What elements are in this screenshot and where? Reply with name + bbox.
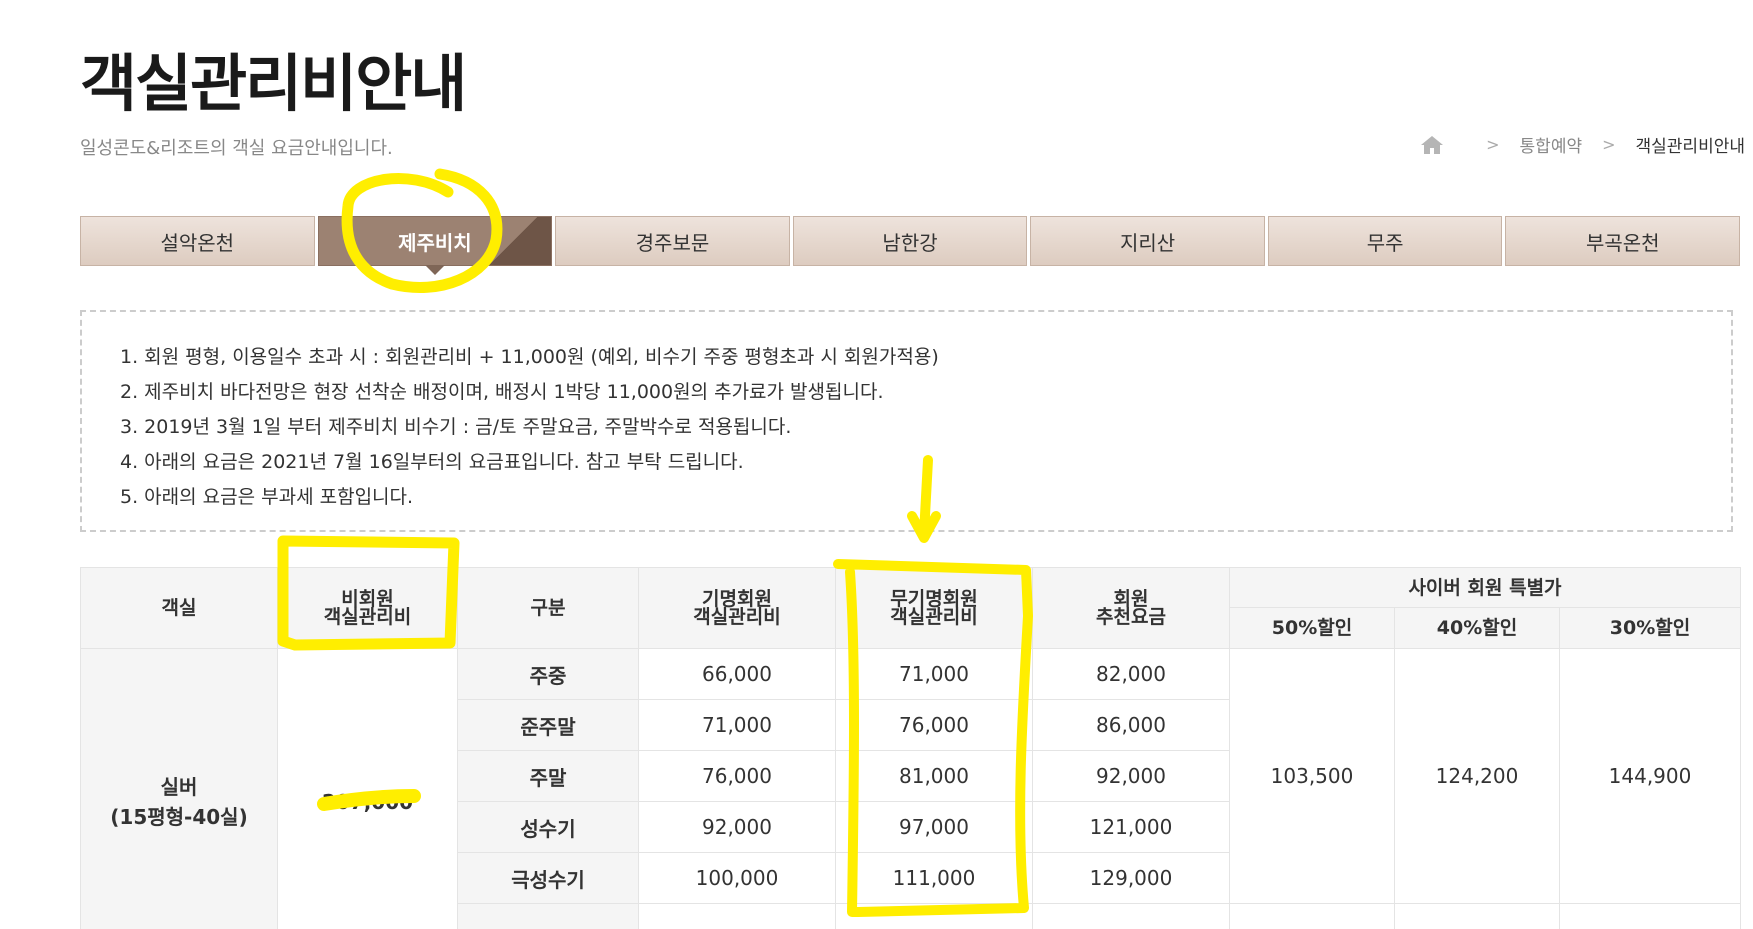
- notice-box: 1. 회원 평형, 이용일수 초과 시 : 회원관리비 + 11,000원 (예…: [80, 310, 1733, 532]
- header-discount-50: 50%할인: [1229, 607, 1395, 649]
- cyber-price-50: 103,500: [1229, 648, 1395, 904]
- tab-muju[interactable]: 무주: [1267, 216, 1503, 266]
- tab-label: 무주: [1366, 230, 1404, 255]
- tab-label: 경주보문: [635, 230, 710, 255]
- page-title: 객실관리비안내: [80, 47, 467, 120]
- category-cell: [457, 903, 639, 929]
- fee-table: 객실 비회원 객실관리비 구분 기명회원 객실관리비 무기명회원 객실관리비 회원 추천…: [80, 567, 1741, 929]
- header-referral-fee: 회원 추천요금: [1032, 567, 1230, 649]
- category-cell: 준주말: [457, 699, 639, 751]
- empty-cell: [1032, 903, 1230, 929]
- empty-cell: [1559, 903, 1741, 929]
- tab-label: 지리산: [1120, 230, 1176, 255]
- header-named-member-fee: 기명회원 객실관리비: [638, 567, 836, 649]
- header-anonymous-member-fee: 무기명회원 객실관리비: [835, 567, 1033, 649]
- tab-jirisan[interactable]: 지리산: [1030, 216, 1265, 266]
- anon-fee-cell: 97,000: [835, 801, 1033, 853]
- named-fee-cell: 71,000: [638, 699, 836, 751]
- chevron-right-icon: >: [1486, 135, 1500, 154]
- tab-bugok[interactable]: 부곡온천: [1505, 216, 1741, 266]
- header-category: 구분: [457, 567, 639, 649]
- tab-label: 남한강: [882, 230, 938, 255]
- named-fee-cell: 76,000: [638, 750, 836, 802]
- referral-fee-cell: 92,000: [1032, 750, 1230, 802]
- breadcrumb-item-current: 객실관리비안내: [1635, 137, 1745, 157]
- room-type: 실버 (15평형-40실): [80, 648, 278, 929]
- category-cell: 극성수기: [457, 852, 639, 904]
- category-cell: 주말: [457, 750, 639, 802]
- category-cell: 주중: [457, 648, 639, 700]
- named-fee-cell: 92,000: [638, 801, 836, 853]
- anon-fee-cell: 111,000: [835, 852, 1033, 904]
- header-cyber-special: 사이버 회원 특별가: [1229, 567, 1741, 608]
- cyber-price-40: 124,200: [1394, 648, 1560, 904]
- referral-fee-cell: 82,000: [1032, 648, 1230, 700]
- home-icon[interactable]: [1420, 135, 1444, 155]
- header-discount-30: 30%할인: [1559, 607, 1741, 649]
- nonmember-fee: 207,000: [277, 648, 458, 929]
- referral-fee-cell: 129,000: [1032, 852, 1230, 904]
- header-room: 객실: [80, 567, 278, 649]
- tab-label: 설악온천: [160, 230, 235, 255]
- header-nonmember-fee: 비회원 객실관리비: [277, 567, 458, 649]
- tab-seorak[interactable]: 설악온천: [80, 216, 315, 266]
- empty-cell: [1394, 903, 1560, 929]
- empty-cell: [1229, 903, 1395, 929]
- notice-item: 4. 아래의 요금은 2021년 7월 16일부터의 요금표입니다. 참고 부탁…: [120, 451, 744, 473]
- resort-tabs: 설악온천 제주비치 경주보문 남한강 지리산 무주 부곡온천: [80, 216, 1741, 275]
- tab-label: 부곡온천: [1585, 230, 1660, 255]
- named-fee-cell: 100,000: [638, 852, 836, 904]
- anon-fee-cell: 76,000: [835, 699, 1033, 751]
- chevron-right-icon: >: [1602, 135, 1616, 154]
- cyber-price-30: 144,900: [1559, 648, 1741, 904]
- empty-cell: [638, 903, 836, 929]
- notice-item: 1. 회원 평형, 이용일수 초과 시 : 회원관리비 + 11,000원 (예…: [120, 346, 939, 368]
- tab-label: 제주비치: [398, 230, 472, 255]
- page-subtitle: 일성콘도&리조트의 객실 요금안내입니다.: [80, 138, 393, 159]
- referral-fee-cell: 121,000: [1032, 801, 1230, 853]
- notice-item: 5. 아래의 요금은 부과세 포함입니다.: [120, 486, 414, 508]
- table-row: 실버 (15평형-40실) 207,000 주중 66,000 71,000 82…: [80, 648, 1741, 929]
- anon-fee-cell: 71,000: [835, 648, 1033, 700]
- tab-gyeongju[interactable]: 경주보문: [555, 216, 790, 266]
- tab-jeju[interactable]: 제주비치: [317, 216, 553, 275]
- header-discount-40: 40%할인: [1394, 607, 1560, 649]
- breadcrumb: > 통합예약 > 객실관리비안내: [1420, 132, 1745, 157]
- named-fee-cell: 66,000: [638, 648, 836, 700]
- notice-item: 2. 제주비치 바다전망은 현장 선착순 배정이며, 배정시 1박당 11,00…: [120, 381, 884, 403]
- breadcrumb-item-reservation[interactable]: 통합예약: [1520, 132, 1583, 157]
- referral-fee-cell: 86,000: [1032, 699, 1230, 751]
- category-cell: 성수기: [457, 801, 639, 853]
- notice-item: 3. 2019년 3월 1일 부터 제주비치 비수기 : 금/토 주말요금, 주…: [120, 416, 792, 438]
- empty-cell: [835, 903, 1033, 929]
- tab-namhangang[interactable]: 남한강: [792, 216, 1028, 266]
- anon-fee-cell: 81,000: [835, 750, 1033, 802]
